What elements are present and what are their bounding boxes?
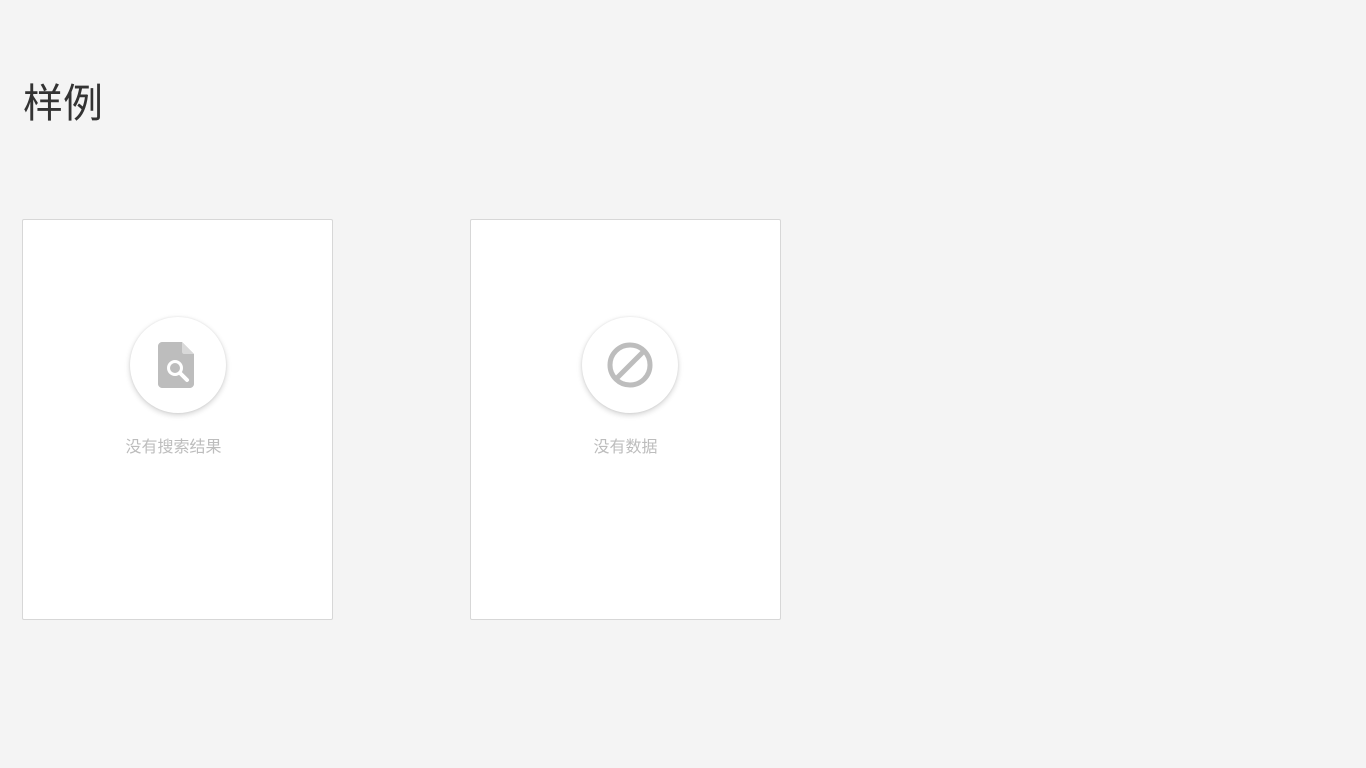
file-search-icon <box>158 342 198 388</box>
page-title: 样例 <box>23 81 103 127</box>
empty-state-label: 没有搜索结果 <box>125 437 222 456</box>
icon-circle <box>130 317 226 413</box>
empty-state-card-no-data: 没有数据 <box>470 219 781 620</box>
icon-circle <box>582 317 678 413</box>
page: 样例 没有搜索结果 没有数据 <box>0 0 1366 768</box>
empty-state-label: 没有数据 <box>593 437 658 456</box>
empty-state-card-no-search-results: 没有搜索结果 <box>22 219 333 620</box>
no-data-icon <box>606 341 654 389</box>
